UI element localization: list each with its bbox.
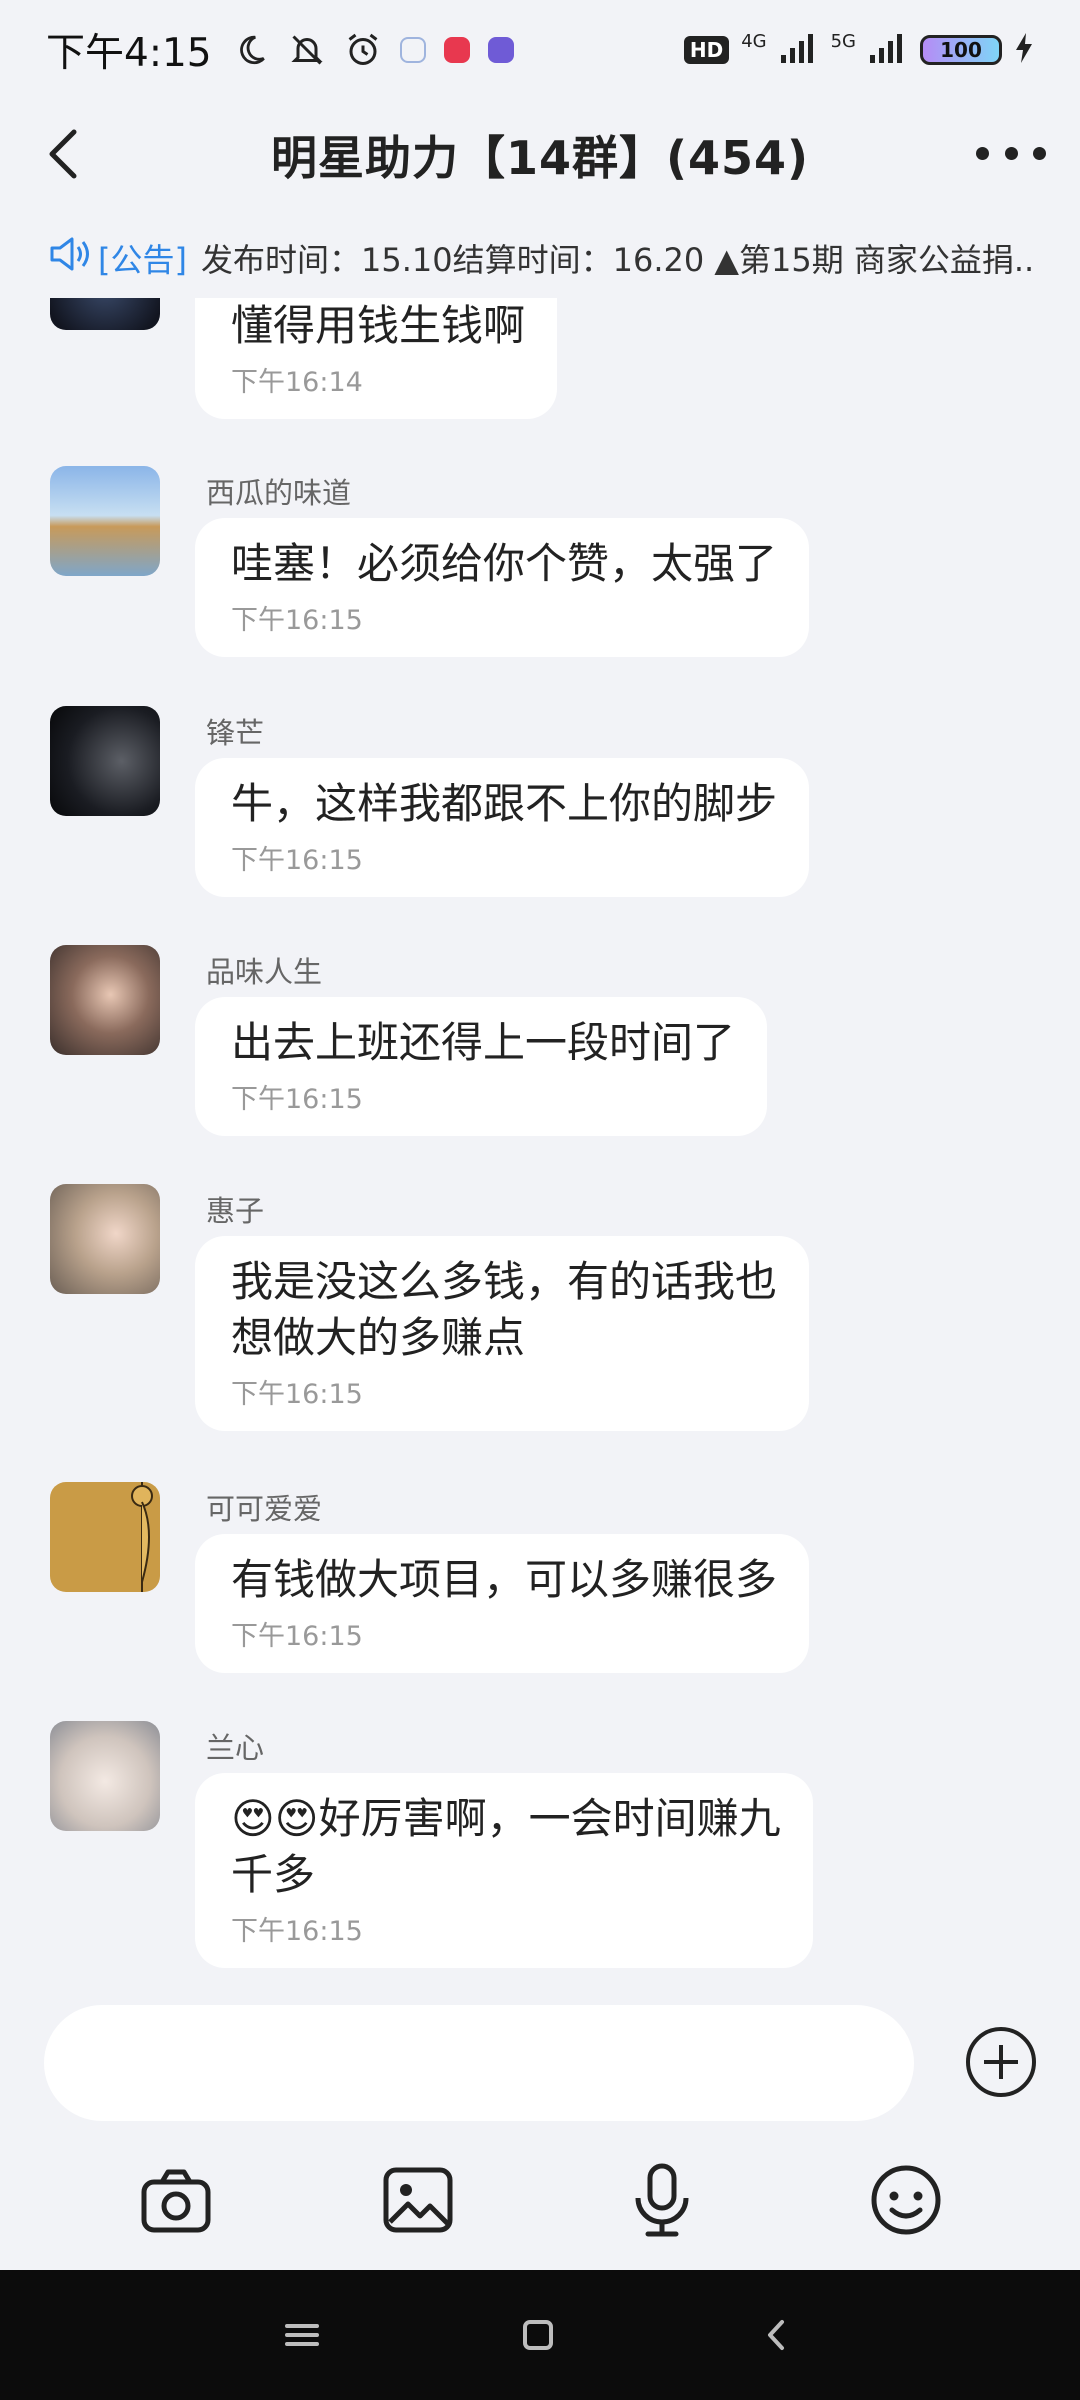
message-time: 下午16:15 bbox=[231, 1916, 363, 1947]
sender-name: 西瓜的味道 bbox=[206, 476, 352, 510]
more-dots-icon bbox=[1004, 146, 1018, 160]
avatar[interactable] bbox=[50, 1482, 160, 1592]
speaker-icon bbox=[48, 236, 92, 280]
back-nav-button[interactable] bbox=[752, 2310, 802, 2360]
signal-icon bbox=[868, 31, 908, 69]
more-options-button[interactable] bbox=[976, 128, 1046, 178]
message-text: 懂得用钱生钱啊 bbox=[231, 301, 526, 350]
sender-name: 锋芒 bbox=[206, 716, 265, 750]
plus-circle-icon[interactable] bbox=[966, 2027, 1036, 2097]
announcement-text: 发布时间：15.10结算时间：16.20 ▲第15期 商家公益捐.. bbox=[200, 241, 1035, 279]
input-toolbar bbox=[0, 2160, 1080, 2250]
microphone-icon bbox=[635, 2163, 689, 2237]
page-title: 明星助力【14群】(454) bbox=[270, 131, 810, 185]
image-icon bbox=[383, 2167, 453, 2233]
message-text: 😍😍好厉害啊，一会时间赚九 千多 bbox=[231, 1794, 781, 1899]
chat-header: 明星助力【14群】(454) bbox=[0, 100, 1080, 210]
camera-icon bbox=[141, 2169, 211, 2233]
home-square-icon bbox=[523, 2320, 553, 2350]
image-button[interactable] bbox=[378, 2160, 458, 2240]
message-list[interactable]: 懂得用钱生钱啊 下午16:14 西瓜的味道 哇塞！必须给你个赞，太强了 下午16… bbox=[0, 298, 1080, 1970]
menu-button[interactable] bbox=[277, 2310, 327, 2360]
message-time: 下午16:15 bbox=[231, 1621, 363, 1652]
message-input[interactable] bbox=[44, 2005, 914, 2121]
voice-button[interactable] bbox=[622, 2160, 702, 2240]
message-text: 有钱做大项目，可以多赚很多 bbox=[231, 1555, 778, 1604]
composer bbox=[0, 2005, 1080, 2125]
message-time: 下午16:14 bbox=[231, 367, 363, 398]
message-time: 下午16:15 bbox=[231, 845, 363, 876]
sender-name: 可可爱爱 bbox=[206, 1492, 323, 1526]
back-button[interactable] bbox=[36, 124, 96, 184]
more-dots-icon bbox=[1033, 146, 1046, 160]
message-text: 牛，这样我都跟不上你的脚步 bbox=[231, 779, 778, 828]
bear-avatar-icon bbox=[131, 1482, 153, 1592]
home-button[interactable] bbox=[513, 2310, 563, 2360]
status-time: 下午4:15 bbox=[46, 31, 212, 76]
battery-level: 100 bbox=[940, 38, 982, 62]
alarm-icon bbox=[344, 31, 382, 69]
message-bubble[interactable]: 我是没这么多钱，有的话我也 想做大的多赚点 下午16:15 bbox=[195, 1236, 810, 1431]
avatar[interactable] bbox=[50, 298, 160, 330]
system-navigation-bar bbox=[0, 2270, 1080, 2400]
announcement-tag: [公告] bbox=[98, 241, 187, 279]
avatar[interactable] bbox=[50, 466, 160, 576]
avatar[interactable] bbox=[50, 945, 160, 1055]
network-label-5g: 5G bbox=[830, 30, 856, 52]
message-text: 哇塞！必须给你个赞，太强了 bbox=[231, 539, 778, 588]
back-arrow-icon bbox=[49, 129, 77, 179]
menu-icon bbox=[285, 2324, 319, 2346]
hd-badge: HD bbox=[683, 36, 730, 64]
message-bubble[interactable]: 出去上班还得上一段时间了 下午16:15 bbox=[195, 997, 768, 1136]
message-bubble[interactable]: 牛，这样我都跟不上你的脚步 下午16:15 bbox=[195, 758, 810, 897]
message-bubble[interactable]: 有钱做大项目，可以多赚很多 下午16:15 bbox=[195, 1534, 810, 1673]
network-label-4g: 4G bbox=[741, 30, 767, 52]
emoji-icon bbox=[871, 2165, 941, 2235]
avatar[interactable] bbox=[50, 706, 160, 816]
signal-icon bbox=[779, 31, 819, 69]
message-bubble[interactable]: 懂得用钱生钱啊 下午16:14 bbox=[195, 298, 558, 419]
message-time: 下午16:15 bbox=[231, 1084, 363, 1115]
message-time: 下午16:15 bbox=[231, 1379, 363, 1410]
moon-icon bbox=[232, 31, 270, 69]
status-bar: 下午4:15 HD 4G 5G 100 bbox=[0, 0, 1080, 100]
more-dots-icon bbox=[976, 146, 989, 160]
avatar[interactable] bbox=[50, 1721, 160, 1831]
charging-icon bbox=[1014, 31, 1034, 69]
message-bubble[interactable]: 😍😍好厉害啊，一会时间赚九 千多 下午16:15 bbox=[195, 1773, 813, 1968]
emoji-button[interactable] bbox=[866, 2160, 946, 2240]
message-time: 下午16:15 bbox=[231, 605, 363, 636]
message-text: 我是没这么多钱，有的话我也 想做大的多赚点 bbox=[231, 1257, 778, 1362]
app-notification-icon bbox=[487, 37, 514, 63]
mute-bell-icon bbox=[288, 31, 326, 69]
status-icons-right: HD 4G 5G 100 bbox=[683, 30, 1034, 70]
message-text: 出去上班还得上一段时间了 bbox=[231, 1018, 736, 1067]
app-notification-icon bbox=[399, 37, 426, 63]
status-icons-left bbox=[232, 31, 514, 69]
sender-name: 惠子 bbox=[206, 1194, 265, 1228]
camera-button[interactable] bbox=[136, 2160, 216, 2240]
app-notification-icon bbox=[443, 37, 470, 63]
sender-name: 品味人生 bbox=[206, 955, 323, 989]
battery-indicator: 100 bbox=[920, 35, 1002, 65]
back-chevron-icon bbox=[768, 2320, 784, 2350]
announcement-bar[interactable]: [公告] 发布时间：15.10结算时间：16.20 ▲第15期 商家公益捐.. bbox=[0, 218, 1080, 298]
chat-screen: 下午4:15 HD 4G 5G 100 明星助力【14群】(454) [公告] … bbox=[0, 0, 1080, 2400]
message-bubble[interactable]: 哇塞！必须给你个赞，太强了 下午16:15 bbox=[195, 518, 810, 657]
avatar[interactable] bbox=[50, 1184, 160, 1294]
sender-name: 兰心 bbox=[206, 1731, 265, 1765]
